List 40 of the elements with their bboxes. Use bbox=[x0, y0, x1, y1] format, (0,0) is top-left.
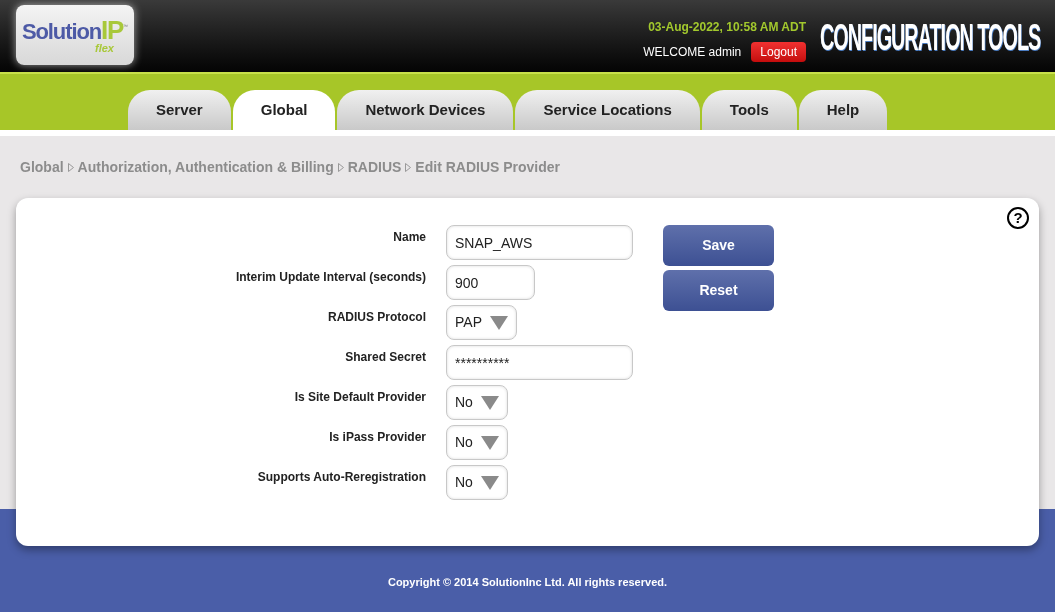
chevron-icon bbox=[405, 162, 412, 172]
caret-icon bbox=[480, 395, 499, 410]
select-field[interactable]: No bbox=[446, 465, 508, 500]
copyright-text: Copyright © 2014 SolutionInc Ltd. All rights reserved. bbox=[387, 574, 668, 590]
chevron-icon bbox=[337, 162, 344, 172]
chevron-icon bbox=[67, 162, 74, 172]
password-field[interactable]: ********** bbox=[446, 345, 633, 380]
input-field[interactable]: SNAP_AWS bbox=[446, 225, 633, 260]
welcome-text: WELCOME admin bbox=[643, 44, 742, 61]
caret-icon bbox=[480, 475, 499, 490]
field-label: Name bbox=[393, 229, 426, 246]
caret-icon bbox=[480, 435, 499, 450]
logout-button[interactable]: Logout bbox=[751, 42, 806, 62]
select-value: No bbox=[455, 393, 473, 412]
reset-button[interactable]: Reset bbox=[663, 270, 774, 311]
select-field[interactable]: No bbox=[446, 425, 508, 460]
app-title: CONFIGURATION TOOLS bbox=[820, 18, 1041, 58]
date-time: 03-Aug-2022, 10:58 AM ADT bbox=[648, 19, 806, 36]
help-icon[interactable]: ? bbox=[1007, 207, 1029, 229]
breadcrumb-item: Edit RADIUS Provider bbox=[415, 157, 561, 177]
nav-tab[interactable]: Server bbox=[128, 90, 231, 130]
select-value: No bbox=[455, 473, 473, 492]
field-label: RADIUS Protocol bbox=[328, 309, 426, 326]
input-field[interactable]: 900 bbox=[446, 265, 535, 300]
field-label: Supports Auto-Reregistration bbox=[257, 469, 426, 486]
field-label: Shared Secret bbox=[345, 349, 426, 366]
select-value: No bbox=[455, 433, 473, 452]
nav-tab[interactable]: Global bbox=[232, 90, 336, 130]
nav-tab[interactable]: Network Devices bbox=[337, 90, 514, 130]
save-button[interactable]: Save bbox=[663, 225, 774, 266]
caret-icon bbox=[490, 315, 508, 330]
field-label: Is iPass Provider bbox=[329, 429, 426, 446]
select-value: PAP bbox=[455, 313, 482, 332]
field-label: Interim Update Interval (seconds) bbox=[235, 269, 426, 286]
nav-tab[interactable]: Help bbox=[798, 90, 888, 130]
select-field[interactable]: PAP bbox=[446, 305, 517, 340]
nav-tab[interactable]: Tools bbox=[701, 90, 797, 130]
field-label: Is Site Default Provider bbox=[294, 389, 426, 406]
select-field[interactable]: No bbox=[446, 385, 508, 420]
nav-tab[interactable]: Service Locations bbox=[515, 90, 700, 130]
